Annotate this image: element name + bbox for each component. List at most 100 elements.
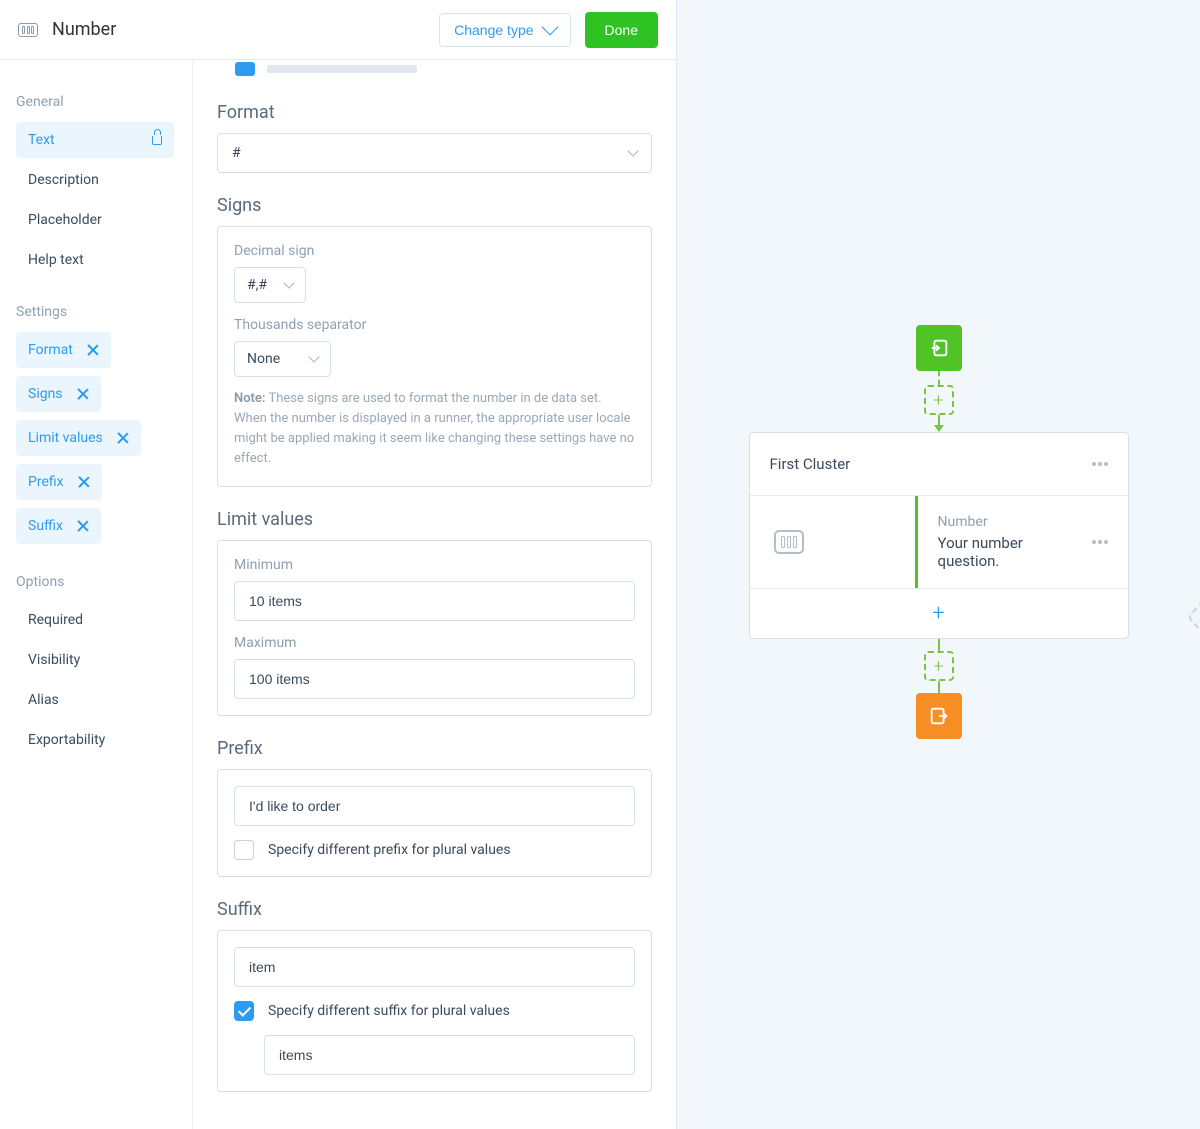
suffix-card: Specify different suffix for plural valu…: [217, 930, 652, 1092]
section-title-limit-values: Limit values: [217, 509, 652, 530]
sidebar-item-label: Description: [28, 172, 162, 188]
number-type-icon: [18, 23, 38, 37]
maximum-field[interactable]: [249, 671, 620, 687]
section-title-prefix: Prefix: [217, 738, 652, 759]
cluster-header[interactable]: First Cluster: [750, 433, 1128, 496]
sidebar-item-prefix[interactable]: Prefix: [16, 464, 102, 500]
lock-icon: [152, 136, 162, 145]
note-label: Note:: [234, 391, 265, 406]
close-icon[interactable]: [87, 344, 99, 356]
suffix-input[interactable]: [234, 947, 635, 987]
suffix-plural-label: Specify different suffix for plural valu…: [268, 1003, 510, 1019]
prefix-card: Specify different prefix for plural valu…: [217, 769, 652, 877]
change-type-button[interactable]: Change type: [439, 13, 570, 47]
block-type-label: Number: [938, 514, 1074, 530]
sidebar-item-label: Signs: [28, 386, 63, 402]
close-icon[interactable]: [77, 388, 89, 400]
format-select[interactable]: #: [217, 133, 652, 173]
sidebar-item-label: Suffix: [28, 518, 63, 534]
thousands-separator-select[interactable]: None: [234, 341, 331, 377]
add-node-top[interactable]: +: [924, 385, 954, 415]
start-node[interactable]: [916, 325, 962, 371]
sidebar-item-suffix[interactable]: Suffix: [16, 508, 101, 544]
prefix-input[interactable]: [234, 786, 635, 826]
flow-canvas[interactable]: + First Cluster Number Your number quest…: [677, 0, 1200, 1129]
plus-icon: +: [932, 601, 944, 626]
sidebar-item-description[interactable]: Description: [16, 162, 174, 198]
more-icon[interactable]: [1092, 462, 1108, 466]
question-block[interactable]: Number Your number question.: [915, 496, 1128, 588]
more-icon[interactable]: [1092, 540, 1108, 544]
maximum-input[interactable]: [234, 659, 635, 699]
sidebar: General Text Description Placeholder Hel…: [0, 60, 192, 1129]
chevron-down-icon: [283, 277, 294, 288]
limits-card: Minimum Maximum: [217, 540, 652, 716]
sidebar-item-label: Required: [28, 612, 162, 628]
chevron-down-icon: [308, 351, 319, 362]
sidebar-item-label: Help text: [28, 252, 162, 268]
sidebar-heading-settings: Settings: [16, 304, 174, 320]
sidebar-heading-options: Options: [16, 574, 174, 590]
suffix-plural-input[interactable]: [264, 1035, 635, 1075]
close-icon[interactable]: [78, 476, 90, 488]
add-branch-button[interactable]: +: [1186, 584, 1200, 649]
prefix-plural-label: Specify different prefix for plural valu…: [268, 842, 511, 858]
end-node[interactable]: [916, 693, 962, 739]
decimal-sign-value: #,#: [247, 277, 267, 293]
sidebar-item-label: Prefix: [28, 474, 64, 490]
suffix-plural-checkbox[interactable]: [234, 1001, 254, 1021]
prefix-field[interactable]: [249, 798, 620, 814]
sidebar-item-label: Limit values: [28, 430, 103, 446]
decimal-sign-label: Decimal sign: [234, 243, 635, 259]
sidebar-item-format[interactable]: Format: [16, 332, 111, 368]
add-node-bottom[interactable]: +: [924, 651, 954, 681]
suffix-plural-field[interactable]: [279, 1047, 620, 1063]
section-title-signs: Signs: [217, 195, 652, 216]
sidebar-item-label: Visibility: [28, 652, 162, 668]
minimum-field[interactable]: [249, 593, 620, 609]
sidebar-item-text[interactable]: Text: [16, 122, 174, 158]
format-value: #: [232, 145, 241, 161]
sidebar-item-label: Text: [28, 132, 146, 148]
minimum-label: Minimum: [234, 557, 635, 573]
number-block-icon: [774, 530, 804, 554]
minimum-input[interactable]: [234, 581, 635, 621]
sidebar-item-required[interactable]: Required: [16, 602, 174, 638]
close-icon[interactable]: [77, 520, 89, 532]
suffix-field[interactable]: [249, 959, 620, 975]
prefix-plural-checkbox[interactable]: [234, 840, 254, 860]
chevron-down-icon: [627, 145, 638, 156]
close-icon[interactable]: [117, 432, 129, 444]
previous-section-stub: [229, 60, 652, 78]
maximum-label: Maximum: [234, 635, 635, 651]
section-title-format: Format: [217, 102, 652, 123]
chevron-down-icon: [541, 19, 558, 36]
change-type-label: Change type: [454, 22, 533, 38]
signs-note: Note: These signs are used to format the…: [234, 389, 635, 470]
block-question-text: Your number question.: [938, 534, 1074, 570]
sidebar-item-visibility[interactable]: Visibility: [16, 642, 174, 678]
thousands-separator-label: Thousands separator: [234, 317, 635, 333]
sidebar-item-exportability[interactable]: Exportability: [16, 722, 174, 758]
sidebar-item-signs[interactable]: Signs: [16, 376, 101, 412]
decimal-sign-select[interactable]: #,#: [234, 267, 306, 303]
sidebar-item-label: Alias: [28, 692, 162, 708]
add-question-button[interactable]: +: [750, 588, 1128, 638]
sidebar-item-limit-values[interactable]: Limit values: [16, 420, 141, 456]
sidebar-item-label: Exportability: [28, 732, 162, 748]
signs-card: Decimal sign #,# Thousands separator Non…: [217, 226, 652, 487]
section-title-suffix: Suffix: [217, 899, 652, 920]
sidebar-item-placeholder[interactable]: Placeholder: [16, 202, 174, 238]
thousands-separator-value: None: [247, 351, 280, 367]
sidebar-item-label: Format: [28, 342, 73, 358]
sidebar-item-label: Placeholder: [28, 212, 162, 228]
note-text: These signs are used to format the numbe…: [234, 391, 634, 466]
cluster-card[interactable]: First Cluster Number Your number questio…: [749, 432, 1129, 639]
settings-content: Format # Signs Decimal sign #,# Thousand…: [192, 60, 676, 1129]
arrow-down-icon: [934, 425, 944, 432]
sidebar-item-alias[interactable]: Alias: [16, 682, 174, 718]
sidebar-item-help-text[interactable]: Help text: [16, 242, 174, 278]
sidebar-heading-general: General: [16, 94, 174, 110]
done-button[interactable]: Done: [585, 12, 658, 48]
editor-header: Number Change type Done: [0, 0, 676, 60]
